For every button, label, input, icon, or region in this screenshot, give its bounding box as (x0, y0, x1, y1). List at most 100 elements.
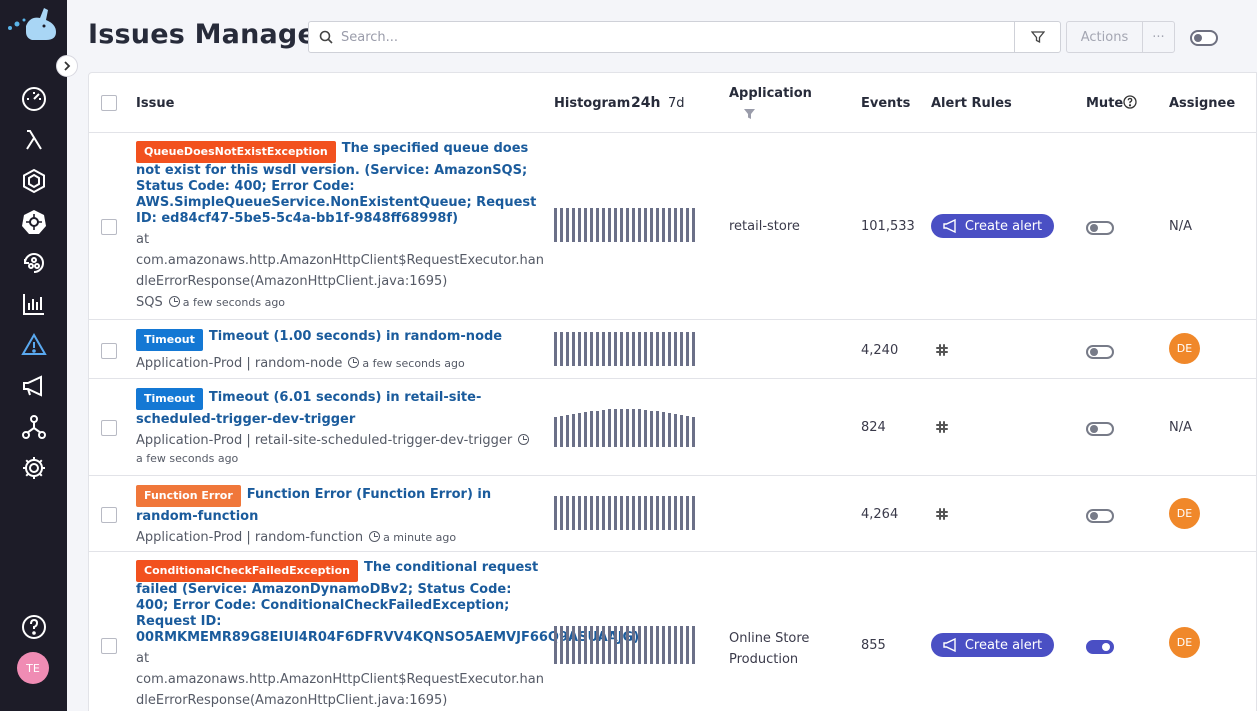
nav-kubernetes[interactable] (0, 204, 67, 240)
nav-alerts[interactable] (0, 368, 67, 404)
histogram-bar (614, 332, 617, 366)
clock-icon (518, 434, 530, 445)
histogram-range-7d[interactable]: 7d (668, 96, 685, 111)
warning-icon (20, 333, 47, 355)
header-issue[interactable]: Issue (136, 96, 174, 111)
create-alert-label: Create alert (964, 637, 1043, 653)
row-checkbox[interactable] (101, 219, 117, 235)
nav-tracing[interactable] (0, 245, 67, 281)
histogram-bar (686, 626, 689, 664)
clock-icon (348, 357, 360, 368)
header-events[interactable]: Events (861, 96, 910, 111)
histogram-bar (638, 626, 641, 664)
megaphone-icon (943, 219, 956, 233)
application-name: retail-store (729, 219, 800, 234)
row-checkbox[interactable] (101, 507, 117, 523)
nav-dashboard[interactable] (0, 81, 67, 117)
histogram-bar (608, 626, 611, 664)
mute-toggle[interactable] (1086, 345, 1114, 359)
timeout-badge: Timeout (136, 329, 203, 351)
mute-toggle[interactable] (1086, 640, 1114, 654)
histogram-bar (596, 208, 599, 242)
issue-time: a few seconds ago (182, 296, 286, 309)
mute-toggle[interactable] (1086, 221, 1114, 235)
histogram-bar (668, 208, 671, 242)
histogram-bar (620, 208, 623, 242)
nav-help[interactable] (0, 609, 67, 645)
histogram-bar (584, 208, 587, 242)
histogram-bar (674, 626, 677, 664)
histogram-bar (614, 208, 617, 242)
header-application[interactable]: Application (729, 86, 812, 101)
histogram-bar (560, 332, 563, 366)
slack-icon[interactable] (936, 344, 948, 356)
histogram-bar (554, 417, 557, 447)
nav-settings[interactable] (0, 450, 67, 486)
actions-button[interactable]: Actions (1066, 21, 1143, 53)
create-alert-button[interactable]: Create alert (931, 633, 1054, 657)
events-count: 4,240 (861, 343, 899, 358)
histogram-bar (662, 412, 665, 447)
nav-functions[interactable] (0, 122, 67, 158)
table-row[interactable]: Timeout Timeout (1.00 seconds) in random-… (89, 320, 1256, 379)
histogram-bar (560, 626, 563, 664)
histogram-bar (632, 496, 635, 530)
histogram-bar (596, 411, 599, 447)
slack-icon[interactable] (936, 508, 948, 520)
row-checkbox[interactable] (101, 638, 117, 654)
histogram-range-24h[interactable]: 24h (631, 95, 660, 111)
megaphone-icon (943, 638, 956, 652)
bar-chart-icon (22, 294, 44, 315)
application-name: Online Store Production (729, 631, 810, 667)
histogram-bar (668, 413, 671, 447)
search-box[interactable] (308, 21, 1015, 53)
histogram-bar (674, 496, 677, 530)
nav-issues[interactable] (0, 327, 67, 363)
stack-trace-line: dleErrorResponse(AmazonHttpClient.java:1… (136, 274, 448, 289)
table-row[interactable]: ConditionalCheckFailedException The condi… (89, 552, 1256, 711)
view-toggle[interactable] (1190, 30, 1218, 46)
user-avatar[interactable]: TE (17, 652, 49, 684)
histogram-bar (578, 496, 581, 530)
issue-title-link[interactable]: Timeout (1.00 seconds) in random-node (209, 329, 502, 344)
table-row[interactable]: QueueDoesNotExistException The specified … (89, 133, 1256, 320)
histogram-bar (554, 332, 557, 366)
search-input[interactable] (341, 29, 981, 45)
histogram-bar (590, 496, 593, 530)
select-all-checkbox[interactable] (101, 95, 117, 111)
sidebar-collapse-button[interactable] (56, 55, 78, 77)
stack-trace-line: com.amazonaws.http.AmazonHttpClient$Requ… (136, 672, 544, 687)
histogram-bar (626, 496, 629, 530)
create-alert-button[interactable]: Create alert (931, 214, 1054, 238)
mute-toggle[interactable] (1086, 422, 1114, 436)
histogram-bar (554, 496, 557, 530)
row-checkbox[interactable] (101, 343, 117, 359)
stack-trace-line: at (136, 651, 150, 666)
table-row[interactable]: Timeout Timeout (6.01 seconds) in retail-… (89, 379, 1256, 476)
nav-containers[interactable] (0, 163, 67, 199)
assignee-avatar[interactable]: DE (1169, 498, 1200, 529)
histogram-bar (632, 208, 635, 242)
histogram-bar (656, 411, 659, 447)
histogram-bar (644, 626, 647, 664)
histogram-bar (602, 496, 605, 530)
assignee-avatar[interactable]: DE (1169, 333, 1200, 364)
column-filter-icon[interactable] (744, 109, 755, 120)
histogram-bar (662, 626, 665, 664)
mute-toggle[interactable] (1086, 509, 1114, 523)
network-icon (21, 415, 46, 439)
more-actions-button[interactable]: ··· (1142, 21, 1175, 53)
row-checkbox[interactable] (101, 420, 117, 436)
assignee-avatar[interactable]: DE (1169, 627, 1200, 658)
filter-button[interactable] (1014, 21, 1061, 53)
help-circle-icon[interactable] (1123, 95, 1137, 109)
nav-service-map[interactable] (0, 409, 67, 445)
table-row[interactable]: Function Error Function Error (Function E… (89, 476, 1256, 552)
histogram-bar (620, 332, 623, 366)
issue-cell: Timeout Timeout (1.00 seconds) in random-… (136, 329, 541, 374)
histogram-bar (662, 332, 665, 366)
histogram-bar (614, 409, 617, 447)
nav-analytics[interactable] (0, 286, 67, 322)
slack-icon[interactable] (936, 421, 948, 433)
histogram-bar (560, 416, 563, 447)
